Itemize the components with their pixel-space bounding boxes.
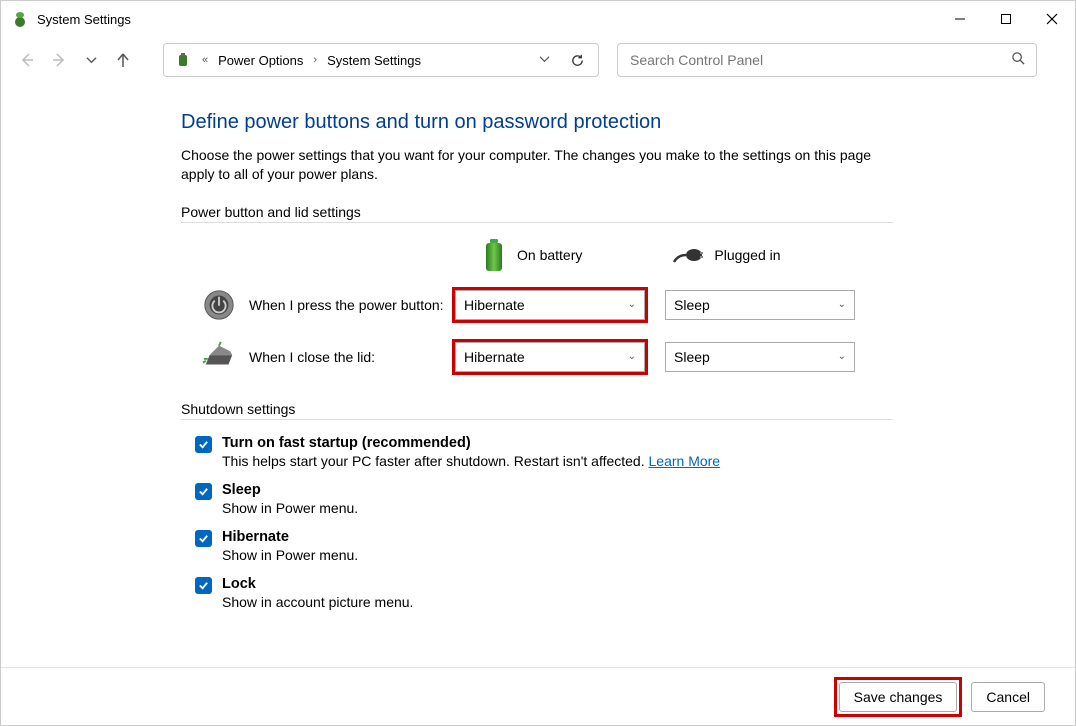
power-button-row: When I press the power button: Hibernate… [181,287,1075,323]
footer: Save changes Cancel [1,667,1075,725]
breadcrumb-system-settings[interactable]: System Settings [327,53,421,68]
lock-item: Lock Show in account picture menu. [195,575,1075,610]
window-title: System Settings [37,12,131,27]
lid-battery-value: Hibernate [464,349,525,365]
address-bar[interactable]: « Power Options › System Settings [163,43,599,77]
sleep-item: Sleep Show in Power menu. [195,481,1075,516]
power-button-icon [201,287,237,323]
power-plan-icon [174,51,192,69]
fast-startup-checkbox[interactable] [195,436,212,453]
power-button-battery-value: Hibernate [464,297,525,313]
titlebar: System Settings [1,1,1075,37]
hibernate-sub: Show in Power menu. [222,547,358,563]
learn-more-link[interactable]: Learn More [649,453,721,469]
sleep-title: Sleep [222,482,261,498]
divider [181,222,893,223]
on-battery-label: On battery [517,247,582,263]
lid-plugged-select[interactable]: Sleep ⌄ [665,342,855,372]
content-area: Define power buttons and turn on passwor… [1,83,1075,667]
power-button-plugged-value: Sleep [674,297,710,313]
close-lid-label: When I close the lid: [237,349,455,365]
power-button-section-label: Power button and lid settings [181,204,1075,220]
close-lid-row: When I close the lid: Hibernate ⌄ Sleep … [181,339,1075,375]
lock-checkbox[interactable] [195,577,212,594]
fast-startup-sub: This helps start your PC faster after sh… [222,453,645,469]
minimize-button[interactable] [937,1,983,37]
breadcrumb-root[interactable]: « [200,54,210,66]
toolbar: « Power Options › System Settings [1,37,1075,83]
refresh-button[interactable] [566,49,588,71]
lid-battery-wrap: Hibernate ⌄ [455,342,645,372]
breadcrumb-sep-icon: › [311,54,319,66]
hibernate-item: Hibernate Show in Power menu. [195,528,1075,563]
shutdown-section-label: Shutdown settings [181,401,1075,417]
plugged-in-label: Plugged in [714,247,780,263]
page-description: Choose the power settings that you want … [181,146,881,184]
power-button-plugged-select[interactable]: Sleep ⌄ [665,290,855,320]
power-button-plugged-wrap: Sleep ⌄ [665,290,855,320]
battery-icon [481,237,507,273]
divider [181,419,893,420]
sleep-checkbox[interactable] [195,483,212,500]
save-highlight: Save changes [837,680,960,714]
chevron-down-icon: ⌄ [628,351,636,362]
lid-plugged-value: Sleep [674,349,710,365]
fast-startup-title: Turn on fast startup (recommended) [222,435,471,451]
lid-battery-select[interactable]: Hibernate ⌄ [455,342,645,372]
plug-icon [672,244,704,266]
lid-icon [201,339,237,375]
maximize-button[interactable] [983,1,1029,37]
fast-startup-item: Turn on fast startup (recommended) This … [195,434,1075,469]
shutdown-settings-list: Turn on fast startup (recommended) This … [195,434,1075,610]
cancel-button[interactable]: Cancel [971,682,1045,712]
address-dropdown-icon[interactable] [539,52,550,68]
search-input[interactable] [628,51,1011,69]
nav-recent-dropdown[interactable] [79,48,103,72]
save-changes-button[interactable]: Save changes [839,682,958,712]
power-button-battery-wrap: Hibernate ⌄ [455,290,645,320]
search-box[interactable] [617,43,1037,77]
page-heading: Define power buttons and turn on passwor… [181,111,1075,134]
sleep-sub: Show in Power menu. [222,500,358,516]
hibernate-title: Hibernate [222,529,289,545]
hibernate-checkbox[interactable] [195,530,212,547]
on-battery-header: On battery [481,237,582,273]
power-button-label: When I press the power button: [237,297,455,313]
chevron-down-icon: ⌄ [628,299,636,310]
nav-up-button[interactable] [111,48,135,72]
chevron-down-icon: ⌄ [838,351,846,362]
app-icon [11,10,29,28]
plugged-in-header: Plugged in [672,244,780,266]
lock-sub: Show in account picture menu. [222,594,413,610]
lock-title: Lock [222,576,256,592]
search-icon [1011,51,1026,69]
lid-plugged-wrap: Sleep ⌄ [665,342,855,372]
power-button-battery-select[interactable]: Hibernate ⌄ [455,290,645,320]
chevron-down-icon: ⌄ [838,299,846,310]
close-button[interactable] [1029,1,1075,37]
nav-back-button[interactable] [15,48,39,72]
breadcrumb-power-options[interactable]: Power Options [218,53,303,68]
column-headers: On battery Plugged in [181,237,1075,273]
nav-forward-button[interactable] [47,48,71,72]
